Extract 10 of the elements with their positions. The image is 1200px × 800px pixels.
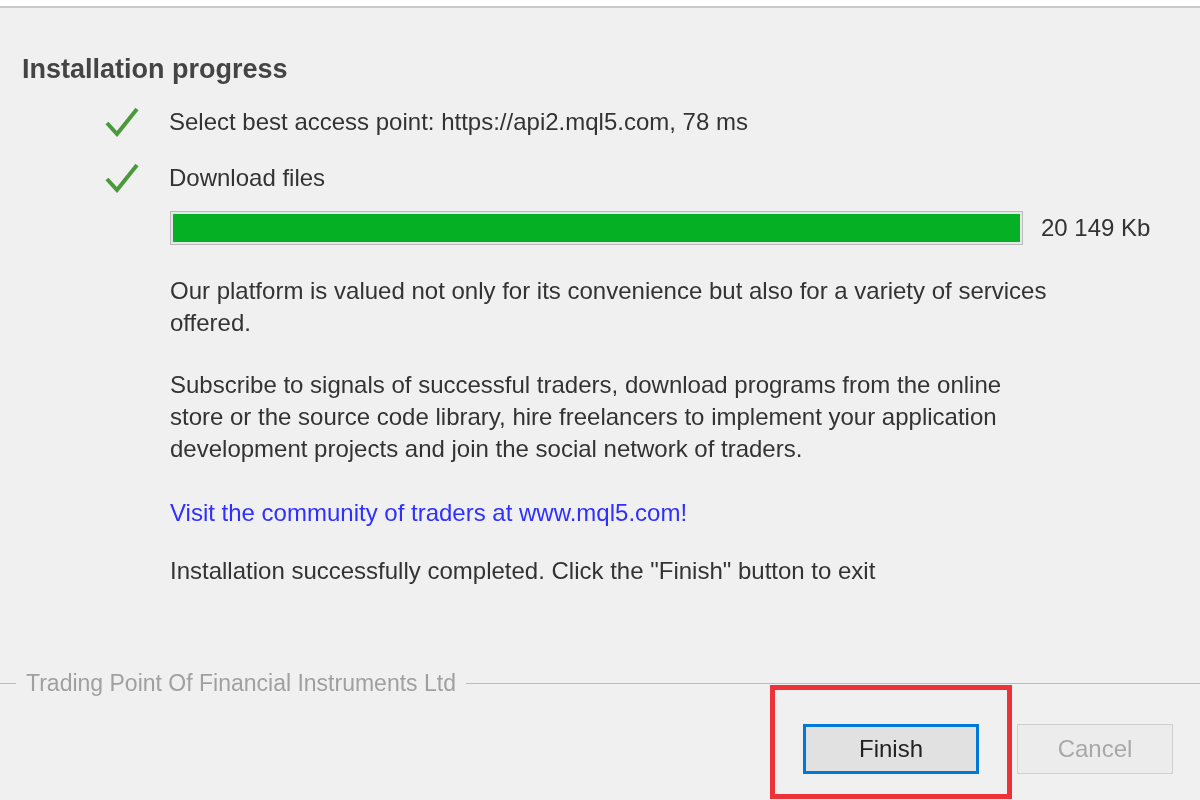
community-link[interactable]: Visit the community of traders at www.mql5.com!	[170, 499, 688, 527]
progress-reading: 20 149 Kb	[1041, 214, 1151, 242]
status-text: Installation successfully completed. Click the "Finish" button to exit	[170, 556, 877, 586]
section-title: Installation progress	[22, 54, 289, 85]
description-text: Our platform is valued not only for its convenience but also for a variety of services offered.	[170, 276, 1048, 338]
dialog-button[interactable]: Finish	[803, 724, 979, 774]
step-label: Select best access point: https://api2.mql5.com, 78 ms	[169, 108, 748, 136]
description-text: Subscribe to signals of successful traders, download programs from the online store or the source code library, hire freelancers to implement your application development projects and join the social network of traders.	[170, 370, 1003, 464]
step-label: Download files	[169, 164, 326, 192]
publisher-label: Trading Point Of Financial Instruments Ltd	[26, 670, 456, 697]
